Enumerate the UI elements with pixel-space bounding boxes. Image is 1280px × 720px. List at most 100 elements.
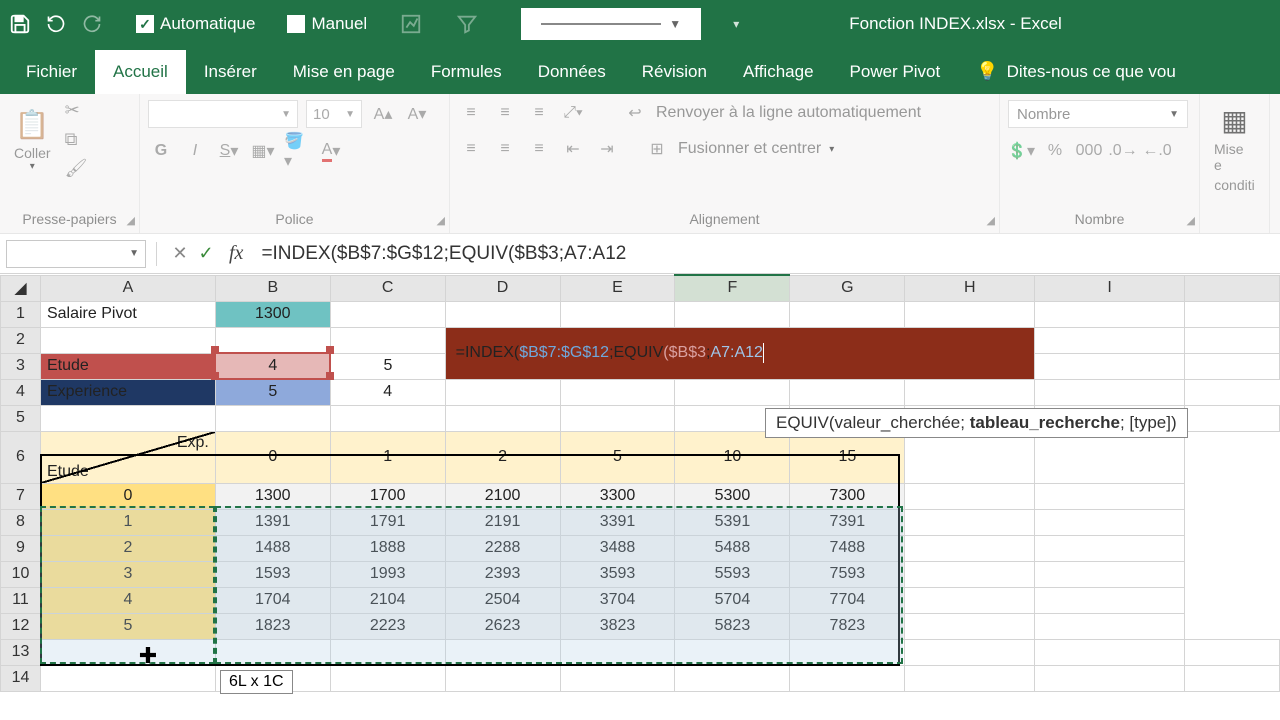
tab-home[interactable]: Accueil — [95, 50, 186, 94]
row-header[interactable]: 5 — [1, 405, 41, 431]
row-label-cell[interactable]: 1 — [40, 509, 215, 535]
cell[interactable]: 5823 — [675, 613, 790, 639]
cell[interactable] — [560, 639, 675, 665]
cell[interactable] — [790, 639, 905, 665]
cell[interactable]: 2288 — [445, 535, 560, 561]
calc-manual-toggle[interactable]: Manuel — [287, 14, 367, 34]
cell[interactable] — [905, 535, 1035, 561]
cell[interactable]: 2191 — [445, 509, 560, 535]
cell[interactable]: 1593 — [215, 561, 330, 587]
copy-icon[interactable]: ⧉ — [65, 129, 88, 150]
col-header[interactable] — [1185, 275, 1280, 301]
cell[interactable] — [40, 639, 215, 665]
dialog-launcher-icon[interactable]: ◢ — [987, 214, 995, 227]
row-label-cell[interactable]: 0 — [40, 483, 215, 509]
selection-handle[interactable] — [326, 372, 334, 380]
cancel-icon[interactable]: ✕ — [167, 243, 193, 264]
cell[interactable] — [1035, 613, 1185, 639]
fx-icon[interactable]: fx — [229, 242, 243, 265]
cell[interactable]: 3391 — [560, 509, 675, 535]
cell[interactable] — [905, 379, 1035, 405]
increase-decimal-icon[interactable]: .0→ — [1110, 138, 1136, 164]
cell[interactable] — [215, 405, 330, 431]
decrease-decimal-icon[interactable]: ←.0 — [1144, 138, 1170, 164]
formula-display-cell[interactable]: =INDEX($B$7:$G$12;EQUIV($B$3;A7:A12 — [445, 327, 1035, 379]
cell[interactable]: 5488 — [675, 535, 790, 561]
col-header[interactable]: A — [40, 275, 215, 301]
col-header[interactable]: G — [790, 275, 905, 301]
italic-icon[interactable]: I — [182, 138, 208, 164]
cell[interactable] — [1185, 301, 1280, 327]
dialog-launcher-icon[interactable]: ◢ — [127, 214, 135, 227]
cell[interactable]: 3593 — [560, 561, 675, 587]
merge-icon[interactable]: ⊞ — [644, 136, 670, 162]
cell[interactable]: 1391 — [215, 509, 330, 535]
cell[interactable] — [1035, 301, 1185, 327]
font-name-select[interactable]: ▼ — [148, 100, 298, 128]
cell[interactable] — [1035, 665, 1185, 691]
cell[interactable]: 7593 — [790, 561, 905, 587]
cell[interactable] — [1035, 483, 1185, 509]
filter-icon[interactable] — [455, 12, 479, 36]
cell[interactable] — [445, 665, 560, 691]
cell[interactable] — [675, 379, 790, 405]
cell[interactable] — [330, 301, 445, 327]
cell[interactable]: 7300 — [790, 483, 905, 509]
cell[interactable] — [445, 379, 560, 405]
cell[interactable] — [905, 431, 1035, 483]
row-header[interactable]: 13 — [1, 639, 41, 665]
cell[interactable]: 2393 — [445, 561, 560, 587]
cell[interactable] — [560, 405, 675, 431]
diagonal-header-cell[interactable]: Exp. Etude — [40, 431, 215, 483]
cell[interactable]: 1993 — [330, 561, 445, 587]
cell[interactable] — [1035, 587, 1185, 613]
cell[interactable] — [330, 665, 445, 691]
name-box[interactable]: ▼ — [6, 240, 146, 268]
cell[interactable] — [905, 483, 1035, 509]
selection-handle[interactable] — [211, 346, 219, 354]
row-header[interactable]: 12 — [1, 613, 41, 639]
cut-icon[interactable]: ✂ — [65, 100, 88, 121]
col-header[interactable]: F — [675, 275, 790, 301]
cell[interactable]: 5704 — [675, 587, 790, 613]
redo-icon[interactable] — [80, 12, 104, 36]
cell[interactable] — [330, 639, 445, 665]
tab-insert[interactable]: Insérer — [186, 50, 275, 94]
col-header[interactable]: D — [445, 275, 560, 301]
cell[interactable] — [1185, 665, 1280, 691]
row-header[interactable]: 3 — [1, 353, 41, 379]
search-box[interactable]: ▼ — [521, 8, 701, 40]
cell[interactable] — [905, 561, 1035, 587]
cell[interactable] — [1185, 405, 1280, 431]
row-header[interactable]: 14 — [1, 665, 41, 691]
cell[interactable]: Salaire Pivot — [40, 301, 215, 327]
paste-button[interactable]: 📋 Coller ▾ — [8, 104, 57, 176]
cell[interactable]: 2223 — [330, 613, 445, 639]
cell[interactable]: 3300 — [560, 483, 675, 509]
dialog-launcher-icon[interactable]: ◢ — [1187, 214, 1195, 227]
cell[interactable] — [1035, 561, 1185, 587]
cell[interactable]: 7823 — [790, 613, 905, 639]
row-header[interactable]: 2 — [1, 327, 41, 353]
cell[interactable] — [790, 379, 905, 405]
formula-input[interactable]: =INDEX($B$7:$G$12;EQUIV($B$3;A7:A12 — [253, 243, 1280, 265]
col-label-cell[interactable]: 5 — [560, 431, 675, 483]
align-middle-icon[interactable]: ≡ — [492, 100, 518, 126]
cell[interactable]: 4 — [330, 379, 445, 405]
grid-table[interactable]: ◢ A B C D E F G H I 1 Salaire Pivot 1300… — [0, 274, 1280, 692]
cell[interactable]: Experience — [40, 379, 215, 405]
increase-font-icon[interactable]: A▴ — [370, 101, 396, 127]
thousands-icon[interactable]: 000 — [1076, 138, 1102, 164]
increase-indent-icon[interactable]: ⇥ — [594, 136, 620, 162]
cell[interactable] — [1035, 431, 1185, 483]
cell[interactable]: 2104 — [330, 587, 445, 613]
row-label-cell[interactable]: 2 — [40, 535, 215, 561]
orientation-icon[interactable]: ⤢▾ — [560, 100, 586, 126]
decrease-indent-icon[interactable]: ⇤ — [560, 136, 586, 162]
cell[interactable]: 1791 — [330, 509, 445, 535]
cell[interactable]: 3823 — [560, 613, 675, 639]
cell[interactable]: 7391 — [790, 509, 905, 535]
cell[interactable] — [330, 327, 445, 353]
fill-color-icon[interactable]: 🪣▾ — [284, 138, 310, 164]
row-header[interactable]: 9 — [1, 535, 41, 561]
